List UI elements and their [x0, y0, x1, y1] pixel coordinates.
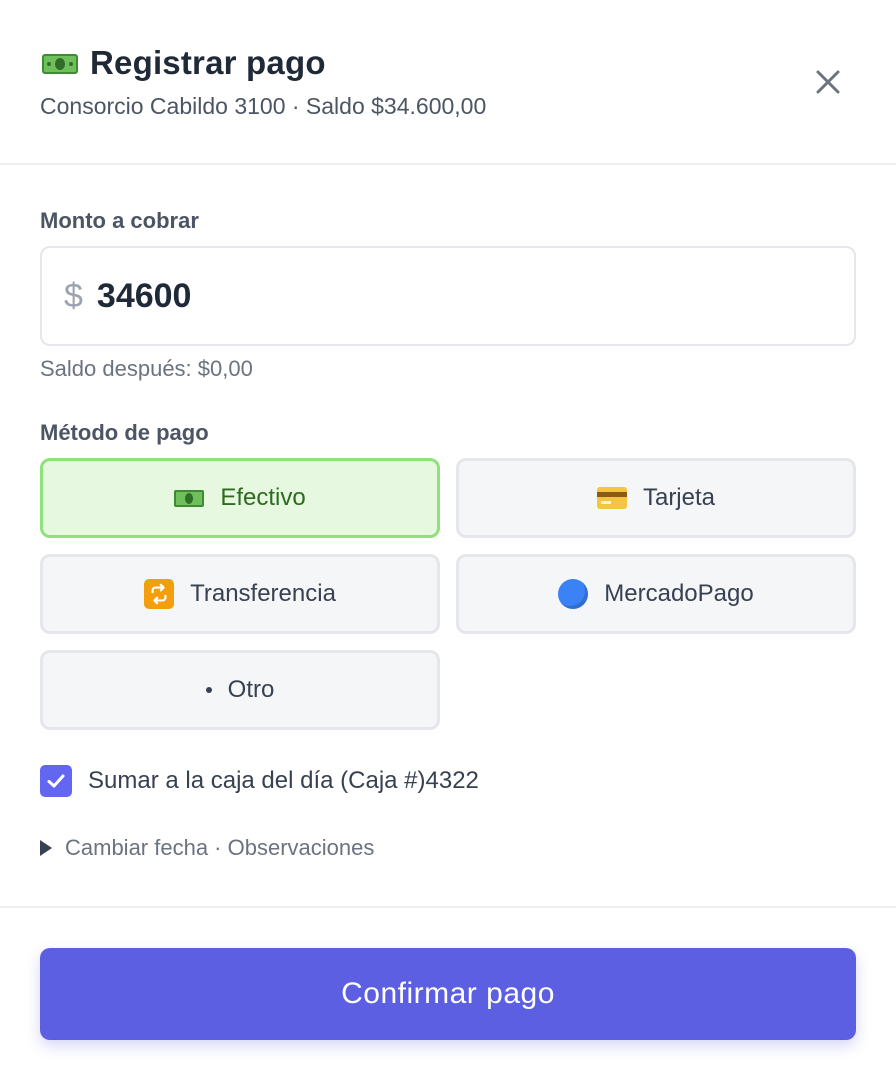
currency-symbol: $ — [64, 276, 83, 315]
confirm-payment-button[interactable]: Confirmar pago — [40, 948, 856, 1040]
payment-modal: Registrar pago Consorcio Cabildo 3100 · … — [0, 0, 896, 1080]
disclosure-triangle-icon — [40, 840, 52, 856]
repeat-icon — [144, 579, 175, 609]
details-disclosure[interactable]: Cambiar fecha · Observaciones — [40, 835, 374, 861]
amount-input[interactable] — [96, 276, 777, 316]
blue-circle-icon — [558, 579, 589, 609]
close-button[interactable] — [806, 60, 850, 104]
balance-after-text: Saldo después: $0,00 — [40, 356, 253, 381]
details-label: Cambiar fecha · Observaciones — [65, 835, 375, 860]
method-label: MercadoPago — [604, 580, 754, 607]
method-option-otro[interactable]: Otro — [40, 650, 440, 730]
method-label: Efectivo — [220, 484, 306, 511]
payment-method-label: Método de pago — [40, 420, 209, 445]
dollar-bill-icon — [40, 48, 80, 78]
title-row: Registrar pago — [40, 44, 326, 82]
method-option-transferencia[interactable]: Transferencia — [40, 554, 440, 634]
close-icon — [816, 70, 840, 94]
method-label: Otro — [227, 676, 275, 703]
method-label: Transferencia — [190, 580, 336, 607]
credit-card-icon — [596, 487, 627, 509]
dollar-bill-icon — [174, 488, 205, 508]
check-icon — [47, 774, 65, 788]
method-label: Tarjeta — [642, 484, 716, 511]
method-option-efectivo[interactable]: Efectivo — [40, 458, 440, 538]
cash-register-checkbox[interactable] — [40, 765, 72, 797]
modal-subtitle: Consorcio Cabildo 3100 · Saldo $34.600,0… — [40, 93, 487, 119]
dot-icon — [205, 687, 212, 693]
method-option-tarjeta[interactable]: Tarjeta — [456, 458, 856, 538]
modal-title: Registrar pago — [90, 44, 326, 81]
amount-field[interactable]: $ — [40, 246, 856, 346]
modal-header: Registrar pago Consorcio Cabildo 3100 · … — [0, 0, 896, 165]
cash-register-toggle[interactable]: Sumar a la caja del día (Caja #)4322 — [40, 765, 479, 797]
cash-register-label: Sumar a la caja del día (Caja #)4322 — [88, 767, 479, 794]
footer-divider — [0, 906, 896, 908]
amount-label: Monto a cobrar — [40, 208, 199, 233]
method-option-mercadopago[interactable]: MercadoPago — [456, 554, 856, 634]
